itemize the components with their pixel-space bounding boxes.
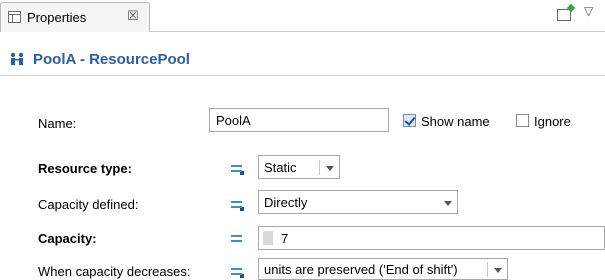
- show-name-label: Show name: [421, 114, 490, 129]
- when-capacity-decreases-select[interactable]: units are preserved ('End of shift'): [258, 258, 508, 280]
- capacity-field[interactable]: 7: [258, 226, 605, 250]
- properties-header: PoolA - ResourcePool: [0, 48, 605, 74]
- ignore-label: Ignore: [534, 114, 571, 129]
- chevron-down-icon: [444, 201, 452, 206]
- chevron-down-icon: [326, 166, 334, 171]
- capacity-value: 7: [281, 231, 289, 246]
- static-value-toggle-icon[interactable]: [229, 266, 245, 278]
- when-capacity-decreases-value: units are preserved ('End of shift'): [264, 262, 458, 277]
- static-value-toggle-icon[interactable]: [229, 163, 245, 175]
- pin-icon[interactable]: [557, 9, 571, 21]
- view-tab-bar: Properties ☒ ▽: [0, 0, 605, 32]
- resource-type-value: Static: [264, 160, 297, 175]
- header-divider: [0, 75, 605, 76]
- name-label: Name:: [38, 116, 77, 131]
- capacity-defined-value: Directly: [264, 195, 308, 210]
- capacity-defined-label: Capacity defined:: [38, 197, 139, 212]
- combo-divider: [487, 262, 488, 277]
- capacity-label: Capacity:: [38, 231, 97, 246]
- combo-divider: [319, 160, 320, 175]
- properties-tab[interactable]: Properties ☒: [0, 2, 150, 32]
- tab-label: Properties: [27, 10, 87, 25]
- static-value-toggle-icon[interactable]: [229, 199, 245, 211]
- when-capacity-decreases-label: When capacity decreases:: [38, 264, 191, 279]
- ignore-checkbox[interactable]: [516, 114, 529, 127]
- capacity-grip: [263, 231, 273, 245]
- close-icon[interactable]: ☒: [127, 8, 139, 24]
- properties-view-icon: [8, 11, 21, 23]
- resource-type-label: Resource type:: [38, 161, 132, 176]
- chevron-down-icon: [494, 268, 502, 273]
- page-title: PoolA - ResourcePool: [33, 51, 190, 68]
- resource-pool-icon: [9, 52, 27, 69]
- static-value-toggle-icon[interactable]: [229, 233, 245, 245]
- show-name-checkbox[interactable]: [403, 114, 416, 127]
- name-field[interactable]: [209, 108, 389, 132]
- view-menu-icon[interactable]: ▽: [584, 4, 593, 18]
- capacity-defined-select[interactable]: Directly: [258, 190, 458, 214]
- resource-type-select[interactable]: Static: [258, 155, 340, 179]
